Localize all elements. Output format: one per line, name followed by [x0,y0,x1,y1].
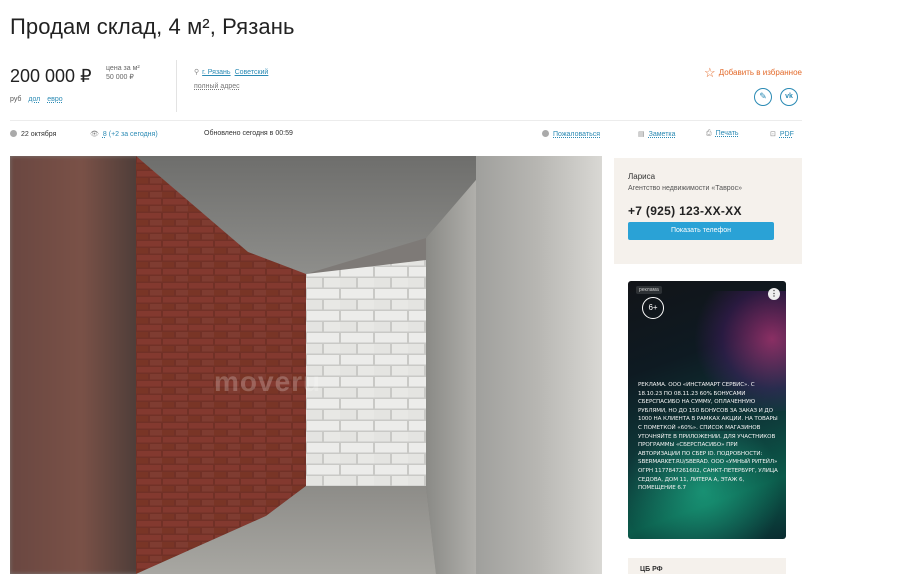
publish-date-text: 22 октября [21,131,57,138]
bottom-panel-label: ЦБ РФ [640,566,663,573]
pdf-link[interactable]: ⊡ PDF [770,130,794,138]
bottom-panel: ЦБ РФ [628,558,786,574]
page-title: Продам склад, 4 м², Рязань [10,14,295,39]
publish-date: 22 октября [10,130,56,138]
complain-link-text[interactable]: Пожаловаться [553,131,600,138]
pdf-icon: ⊡ [770,131,776,138]
print-link[interactable]: ⎙ Печать [706,130,739,138]
pdf-link-text[interactable]: PDF [780,131,794,138]
clock-icon [10,130,17,137]
complain-link[interactable]: Пожаловаться [542,130,600,138]
note-link-text[interactable]: Заметка [649,131,676,138]
star-icon: ☆ [704,65,716,80]
views-today: (+2 за сегодня) [108,131,158,138]
address-block: ⚲ г. Рязань Советский полный адрес [194,66,272,94]
room-photo [136,156,476,574]
contact-card: Лариса Агентство недвижимости «Таврос» +… [614,158,802,264]
currency-eur-link[interactable]: евро [47,96,62,103]
currency-usd-link[interactable]: дол [28,96,40,103]
currency-switcher: руб дол евро [10,96,63,103]
eye-icon: 👁 [90,131,99,138]
more-options-icon[interactable]: ⋮ [768,288,780,300]
price-block: 200 000 ₽ цена за м² 50 000 ₽ руб дол ев… [10,64,180,112]
age-rating-badge: 6+ [642,297,664,319]
warning-icon [542,130,549,137]
views-link[interactable]: 8 [103,131,107,138]
divider [176,60,177,112]
printer-icon: ⎙ [706,130,712,137]
divider [10,120,802,121]
city-link[interactable]: г. Рязань [202,69,230,76]
share-link-button[interactable]: ✎ [754,88,772,106]
price-per-m-value: 50 000 ₽ [106,74,134,81]
views-counter: 👁 8 (+2 за сегодня) [90,130,158,138]
print-link-text[interactable]: Печать [716,130,739,137]
currency-current: руб [10,96,22,103]
photo-watermark: moveru [214,366,322,397]
price-per-m: цена за м² 50 000 ₽ [106,64,140,82]
contact-name: Лариса [628,172,656,181]
map-pin-icon: ⚲ [194,69,200,76]
note-icon: ▤ [638,131,645,138]
photo-blur-left [10,156,140,574]
district-link[interactable]: Советский [235,69,269,76]
full-address-link[interactable]: полный адрес [194,83,240,90]
photo-blur-right [472,156,602,574]
share-vk-button[interactable]: vk [780,88,798,106]
advertisement-banner[interactable]: реклама 6+ ⋮ РЕКЛАМА. ООО «ИНСТАМАРТ СЕР… [628,281,786,539]
add-to-favorites-button[interactable]: ☆ Добавить в избранное [704,65,802,81]
ad-tag: реклама [636,286,662,294]
contact-agency: Агентство недвижимости «Таврос» [628,185,742,192]
price: 200 000 ₽ [10,66,92,86]
note-link[interactable]: ▤ Заметка [638,130,676,138]
price-per-m-label: цена за м² [106,65,140,72]
contact-phone: +7 (925) 123-XX-XX [628,204,742,218]
show-phone-button[interactable]: Показать телефон [628,222,774,240]
listing-meta-bar: 22 октября 👁 8 (+2 за сегодня) Обновлено … [10,130,802,142]
ad-text: РЕКЛАМА. ООО «ИНСТАМАРТ СЕРВИС». С 18.10… [638,382,778,492]
updated-text: Обновлено сегодня в 00:59 [204,130,293,137]
vk-icon: vk [785,93,793,100]
link-icon: ✎ [759,91,767,101]
favorites-label: Добавить в избранное [718,68,802,77]
listing-photo[interactable]: moveru [10,156,602,574]
